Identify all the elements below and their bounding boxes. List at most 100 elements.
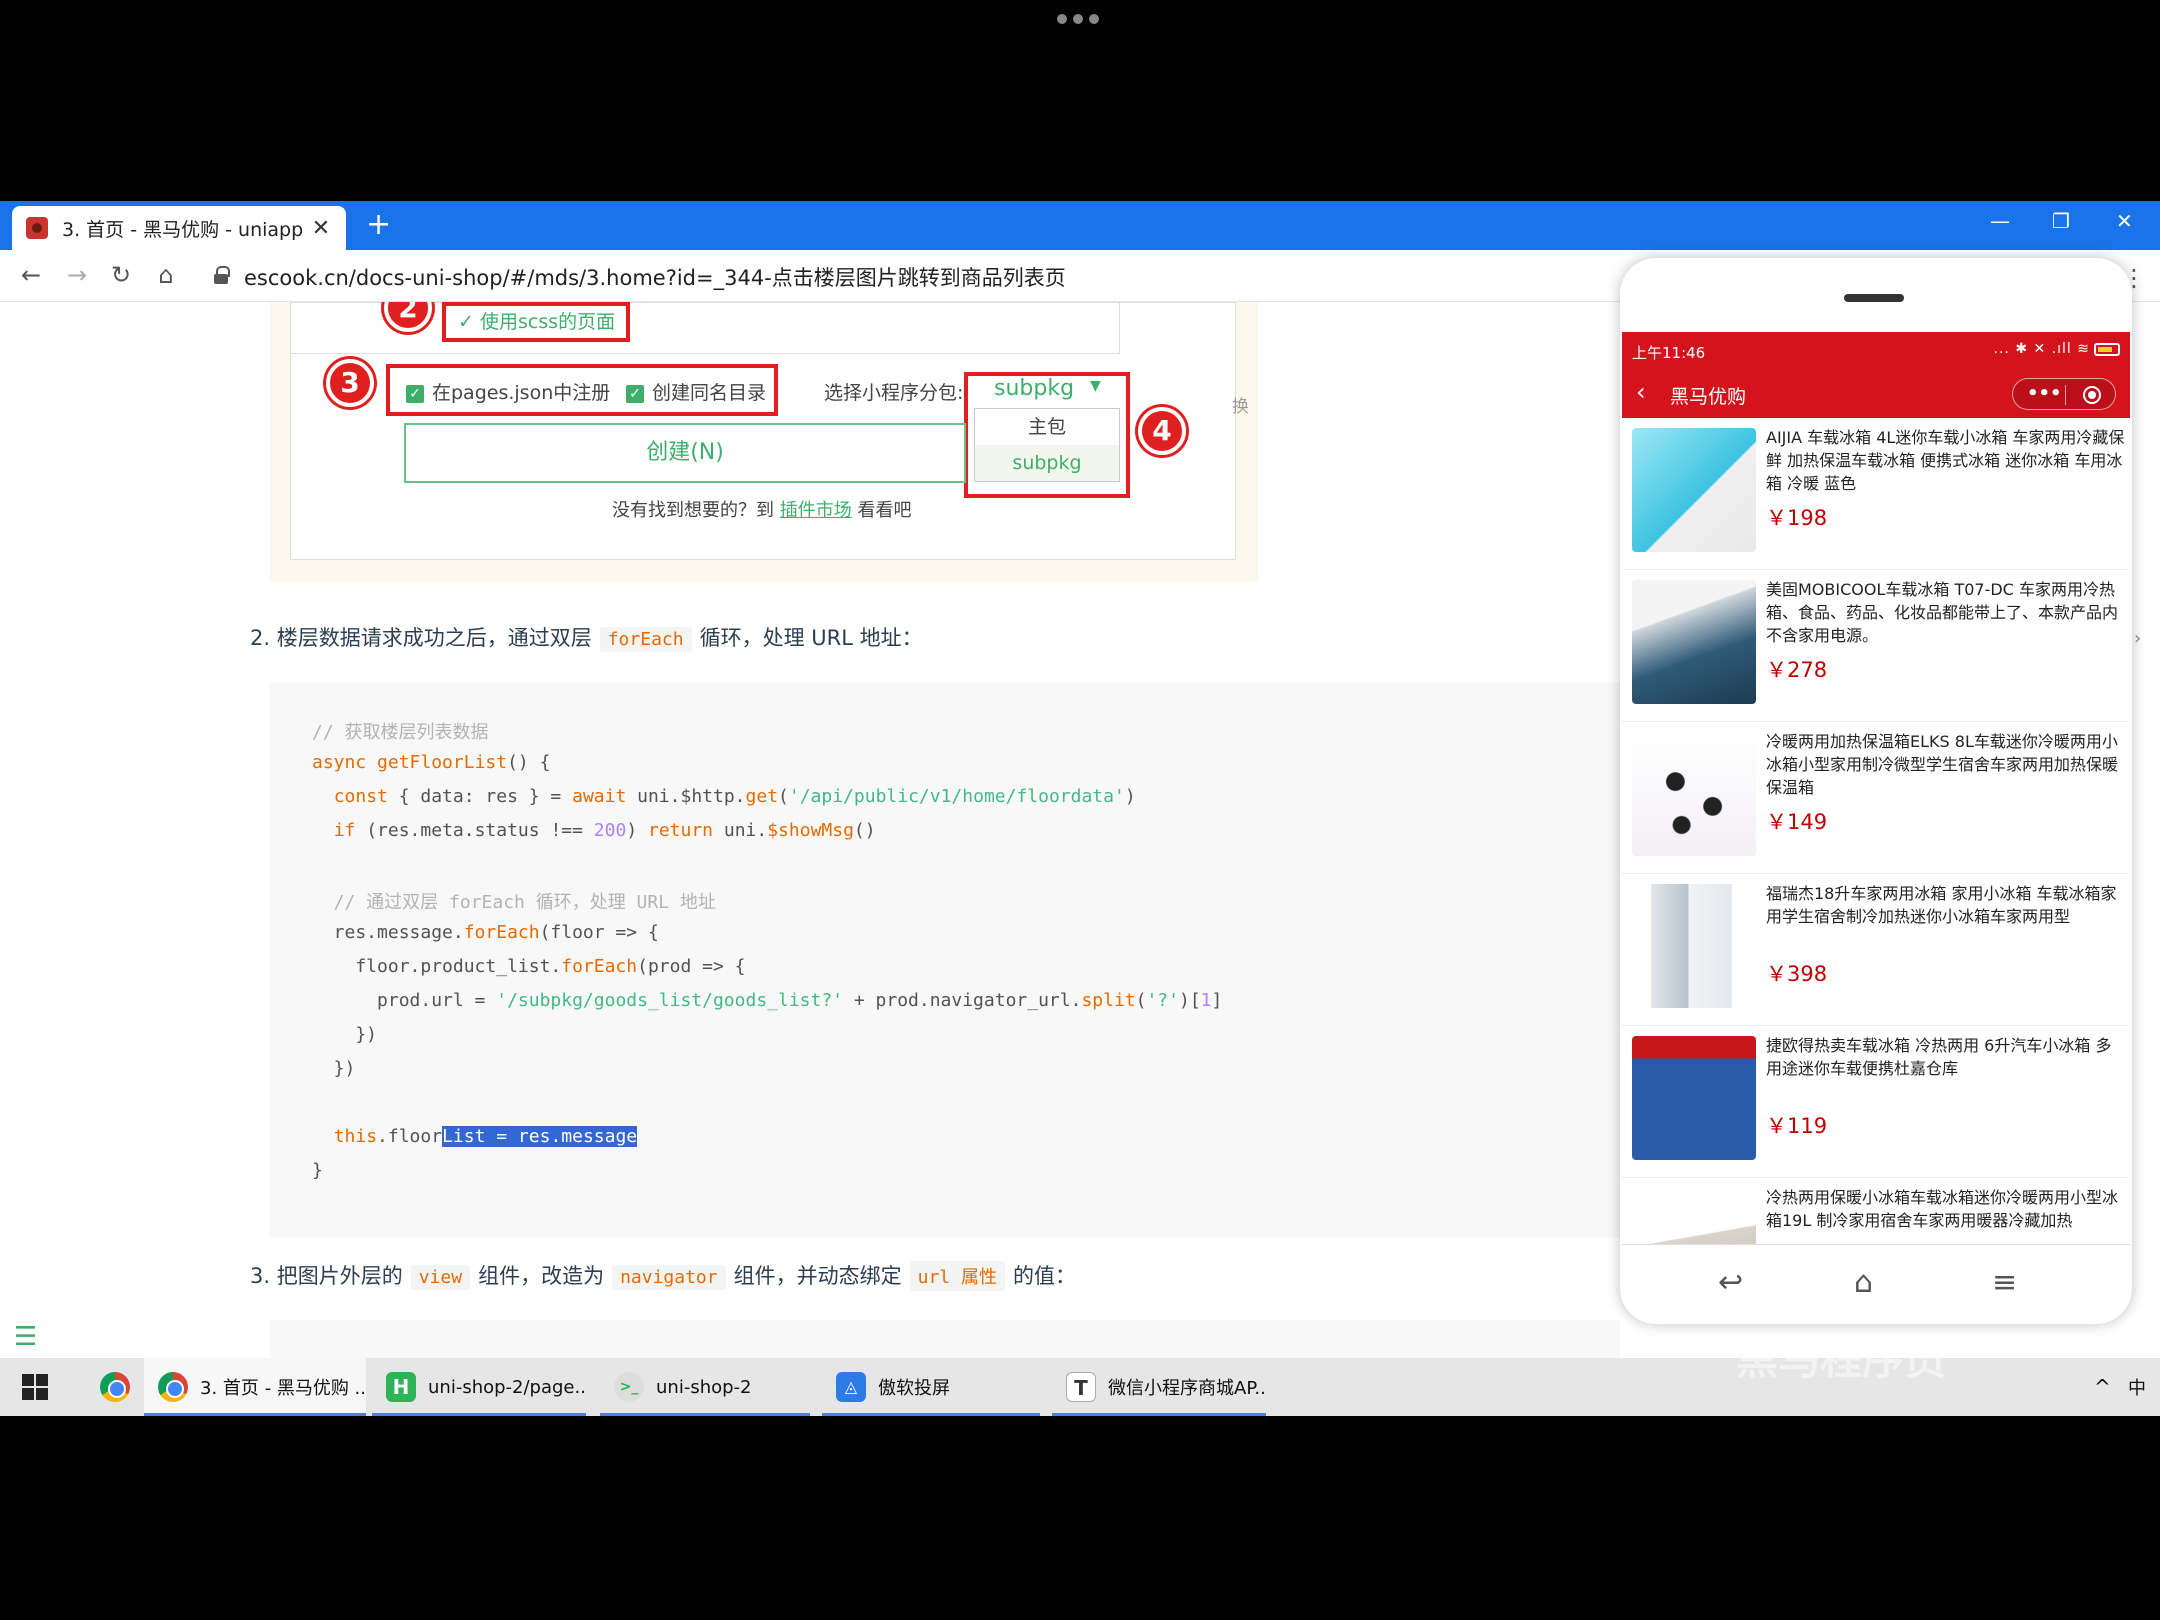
- favicon-icon: [26, 217, 48, 239]
- goods-item[interactable]: AIJIA 车载冰箱 4L迷你车载小冰箱 车家两用冷藏保鲜 加热保温车载冰箱 便…: [1622, 418, 2130, 570]
- taskbar-item-hbuilder[interactable]: H uni-shop-2/page...: [372, 1358, 586, 1416]
- goods-name: 冷热两用保暖小冰箱车载冰箱迷你冷暖两用小型冰箱19L 制冷家用宿舍车家两用暖器冷…: [1766, 1188, 2119, 1230]
- home-icon[interactable]: ⌂: [151, 261, 181, 289]
- browser-tab[interactable]: 3. 首页 - 黑马优购 - uniapp ✕: [12, 206, 346, 250]
- reload-icon[interactable]: ↻: [106, 261, 136, 289]
- code-line-11: }): [312, 1058, 356, 1079]
- code-line-1: // 获取楼层列表数据: [312, 722, 489, 743]
- phone-page-title: 黑马优购: [1670, 386, 1747, 408]
- phone-speaker: [1844, 294, 1904, 302]
- minimize-icon[interactable]: —: [1990, 209, 2010, 233]
- goods-image: [1632, 732, 1756, 856]
- taskbar-item-terminal[interactable]: >_ uni-shop-2: [600, 1358, 810, 1416]
- new-tab-icon[interactable]: +: [366, 207, 391, 243]
- typora-icon: T: [1066, 1372, 1096, 1402]
- goods-name: 美固MOBICOOL车载冰箱 T07-DC 车家两用冷热箱、食品、药品、化妆品都…: [1766, 580, 2119, 645]
- code-line-6: // 通过双层 forEach 循环，处理 URL 地址: [312, 892, 716, 913]
- goods-image: [1632, 1188, 1756, 1244]
- back-chevron-icon[interactable]: ‹: [1636, 378, 1646, 406]
- goods-item[interactable]: 捷欧得热卖车载冰箱 冷热两用 6升汽车小冰箱 多用途迷你车载便携杜嘉仓库 ￥11…: [1622, 1026, 2130, 1178]
- taskbar-chrome-pinned[interactable]: [86, 1358, 146, 1416]
- checkbox-checked-icon: ✓: [626, 384, 644, 403]
- code-line-14: }: [312, 1160, 323, 1181]
- goods-item[interactable]: 冷暖两用加热保温箱ELKS 8L车载迷你冷暖两用小冰箱小型家用制冷微型学生宿舍车…: [1622, 722, 2130, 874]
- register-option[interactable]: ✓ 在pages.json中注册: [406, 378, 610, 405]
- create-button[interactable]: 创建(N): [404, 423, 966, 483]
- restore-icon[interactable]: ❐: [2052, 209, 2070, 233]
- plugin-market-link[interactable]: 插件市场: [780, 500, 852, 521]
- taskbar-item-browser[interactable]: 3. 首页 - 黑马优购 ...: [144, 1358, 366, 1416]
- goods-image: [1632, 884, 1756, 1008]
- code-line-2: async getFloorList() {: [312, 752, 551, 773]
- dropdown-option-main[interactable]: 主包: [975, 409, 1119, 445]
- goods-image: [1632, 428, 1756, 552]
- code-line-4: if (res.meta.status !== 200) return uni.…: [333, 820, 876, 841]
- tab-close-icon[interactable]: ✕: [310, 216, 332, 241]
- phone-status-bar: 上午11:46 ... ✱ ✕ .ıll ≋: [1622, 332, 2130, 370]
- subpkg-select-value[interactable]: subpkg: [994, 376, 1074, 401]
- phone-simulator: 上午11:46 ... ✱ ✕ .ıll ≋ ‹ 黑马优购 ••• AIJIA …: [1620, 258, 2132, 1324]
- goods-price: ￥119: [1766, 1114, 1828, 1138]
- taskbar-item-typora[interactable]: T 微信小程序商城AP...: [1052, 1358, 1266, 1416]
- url-field[interactable]: escook.cn/docs-uni-shop/#/mds/3.home?id=…: [244, 262, 1066, 292]
- code-block-2: [270, 1320, 1620, 1358]
- goods-price: ￥398: [1766, 962, 1828, 986]
- lock-icon: [214, 266, 230, 284]
- chevron-right-icon[interactable]: ›: [2134, 628, 2141, 649]
- terminal-icon: >_: [614, 1372, 644, 1402]
- watermark-logo: 黑马程序员: [1736, 1335, 1947, 1384]
- goods-image: [1632, 1036, 1756, 1160]
- same-dir-option[interactable]: ✓ 创建同名目录: [626, 378, 766, 405]
- back-arrow-icon[interactable]: ←: [16, 261, 46, 289]
- taskbar-item-mirror[interactable]: ◬ 傲软投屏: [822, 1358, 1040, 1416]
- subpkg-dropdown: 主包 subpkg: [974, 408, 1120, 482]
- plugin-hint: 没有找到想要的？到 插件市场 看看吧: [612, 500, 912, 521]
- goods-name: 福瑞杰18升车家两用冰箱 家用小冰箱 车载冰箱家用学生宿舍制冷加热迷你小冰箱车家…: [1766, 884, 2117, 926]
- mirror-app-icon: ◬: [836, 1372, 866, 1402]
- goods-image: [1632, 580, 1756, 704]
- chrome-icon: [158, 1372, 188, 1402]
- phone-menu-icon[interactable]: ≡: [1992, 1265, 2017, 1300]
- step-badge-4: 4: [1138, 407, 1186, 455]
- tray-expand-icon[interactable]: ^: [2088, 1358, 2118, 1416]
- close-miniprogram-icon[interactable]: [2083, 386, 2101, 404]
- status-icons: ... ✱ ✕ .ıll ≋: [1994, 341, 2120, 357]
- more-icon[interactable]: •••: [2027, 383, 2062, 404]
- phone-back-icon[interactable]: ↩: [1718, 1265, 1743, 1300]
- code-line-7: res.message.forEach(floor => {: [312, 922, 659, 943]
- step2-text: 2. 楼层数据请求成功之后，通过双层 forEach 循环，处理 URL 地址：: [250, 626, 923, 652]
- goods-item[interactable]: 福瑞杰18升车家两用冰箱 家用小冰箱 车载冰箱家用学生宿舍制冷加热迷你小冰箱车家…: [1622, 874, 2130, 1026]
- tab-title: 3. 首页 - 黑马优购 - uniapp: [62, 218, 304, 241]
- phone-home-icon[interactable]: ⌂: [1854, 1265, 1873, 1300]
- edge-char: 换: [1232, 397, 1249, 417]
- goods-list: AIJIA 车载冰箱 4L迷你车载小冰箱 车家两用冷藏保鲜 加热保温车载冰箱 便…: [1622, 418, 2130, 1244]
- hbuilder-icon: H: [386, 1372, 416, 1402]
- goods-price: ￥278: [1766, 658, 1828, 682]
- code-line-3: const { data: res } = await uni.$http.ge…: [333, 786, 1136, 807]
- windows-start-icon[interactable]: [22, 1374, 48, 1400]
- battery-icon: [2094, 342, 2120, 356]
- ime-indicator[interactable]: 中: [2124, 1358, 2154, 1416]
- phone-nav-keys: ↩ ⌂ ≡: [1622, 1244, 2130, 1324]
- top-dots-indicator: [1057, 14, 1103, 26]
- goods-price: ￥198: [1766, 506, 1828, 530]
- dropdown-option-subpkg[interactable]: subpkg: [975, 445, 1119, 481]
- forward-arrow-icon[interactable]: →: [62, 261, 92, 289]
- goods-name: AIJIA 车载冰箱 4L迷你车载小冰箱 车家两用冷藏保鲜 加热保温车载冰箱 便…: [1766, 428, 2125, 493]
- sidebar-toggle-icon[interactable]: ☰: [14, 1322, 37, 1352]
- phone-nav-bar: ‹ 黑马优购 •••: [1622, 370, 2130, 418]
- scss-option: ✓ 使用scss的页面: [458, 311, 616, 333]
- step3-text: 3. 把图片外层的 view 组件，改造为 navigator 组件，并动态绑定 url …: [250, 1260, 1076, 1291]
- goods-name: 冷暖两用加热保温箱ELKS 8L车载迷你冷暖两用小冰箱小型家用制冷微型学生宿舍车…: [1766, 732, 2119, 797]
- goods-name: 捷欧得热卖车载冰箱 冷热两用 6升汽车小冰箱 多用途迷你车载便携杜嘉仓库: [1766, 1036, 2112, 1078]
- chrome-icon: [100, 1372, 130, 1402]
- goods-item[interactable]: 冷热两用保暖小冰箱车载冰箱迷你冷暖两用小型冰箱19L 制冷家用宿舍车家两用暖器冷…: [1622, 1178, 2130, 1244]
- close-window-icon[interactable]: ✕: [2116, 209, 2133, 233]
- goods-item[interactable]: 美固MOBICOOL车载冰箱 T07-DC 车家两用冷热箱、食品、药品、化妆品都…: [1622, 570, 2130, 722]
- goods-price: ￥149: [1766, 810, 1828, 834]
- code-line-9: prod.url = '/subpkg/goods_list/goods_lis…: [312, 990, 1223, 1011]
- status-time: 上午11:46: [1632, 344, 1706, 362]
- code-line-8: floor.product_list.forEach(prod => {: [312, 956, 746, 977]
- code-line-13: this.floorList = res.message: [333, 1126, 638, 1147]
- tab-bar: 3. 首页 - 黑马优购 - uniapp ✕ + — ❐ ✕: [0, 201, 2160, 250]
